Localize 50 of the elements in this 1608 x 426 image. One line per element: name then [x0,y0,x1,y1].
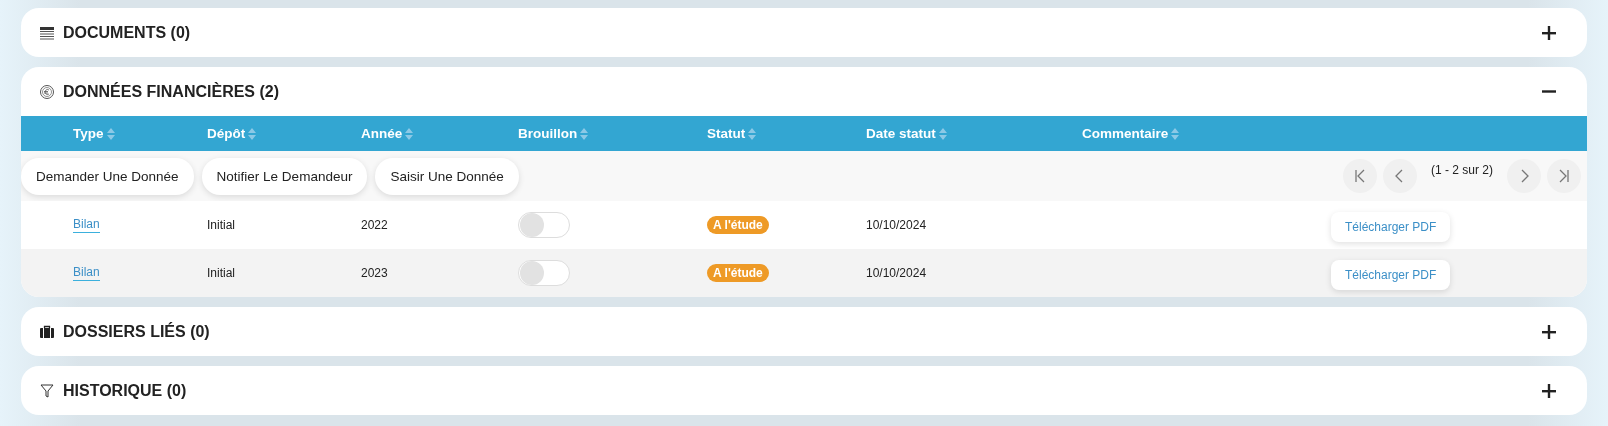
table-cell: Initial [207,218,235,232]
column-header[interactable]: Date statut [866,126,936,141]
table-cell: 10/10/2024 [866,266,927,280]
section-title: DOCUMENTS (0) [63,23,191,42]
type-link[interactable]: Bilan [73,265,100,281]
column-header[interactable]: Année [361,126,403,141]
status-badge: A l'étude [707,216,769,234]
column-header[interactable]: Statut [707,126,746,141]
list-icon [39,24,55,41]
table-cell: 2022 [361,218,388,232]
page-info: (1 - 2 sur 2) [1431,163,1493,177]
column-header[interactable]: Brouillon [518,126,578,141]
last-page-button[interactable] [1547,159,1581,193]
minus-icon [1542,90,1556,93]
section-title: DONNÉES FINANCIÈRES (2) [63,82,280,101]
sort-icon [580,127,589,140]
action-button[interactable]: Saisir Une Donnée [375,157,519,195]
coin-icon [39,83,55,100]
sort-icon [1171,127,1180,140]
section-title: DOSSIERS LIÉS (0) [63,322,210,341]
first-page-icon [1354,169,1366,183]
column-header[interactable]: Dépôt [207,126,246,141]
previous-page-button[interactable] [1383,159,1417,193]
table-cell: 10/10/2024 [866,218,927,232]
last-page-icon [1558,169,1570,183]
column-header[interactable]: Type [73,126,104,141]
draft-switch[interactable] [518,260,570,286]
type-link[interactable]: Bilan [73,217,100,233]
section-title: HISTORIQUE (0) [63,381,187,400]
first-page-button[interactable] [1343,159,1377,193]
download-button[interactable]: Télécharger PDF [1331,212,1451,242]
plus-icon [1542,25,1556,40]
plus-icon [1542,383,1556,398]
sort-icon [248,127,257,140]
sort-icon [938,127,947,140]
sort-icon [405,127,414,140]
funnel-icon [39,382,55,399]
status-badge: A l'étude [707,264,769,282]
sort-icon [106,127,115,140]
column-header[interactable]: Commentaire [1082,126,1169,141]
sort-icon [748,127,757,140]
table-cell: 2023 [361,266,388,280]
download-button[interactable]: Télécharger PDF [1331,260,1451,290]
plus-icon [1542,324,1556,339]
briefcase-icon [39,323,55,340]
draft-switch[interactable] [518,212,570,238]
table-cell: Initial [207,266,235,280]
action-button[interactable]: Notifier Le Demandeur [201,157,368,195]
next-page-button[interactable] [1507,159,1541,193]
action-button[interactable]: Demander Une Donnée [21,157,194,195]
